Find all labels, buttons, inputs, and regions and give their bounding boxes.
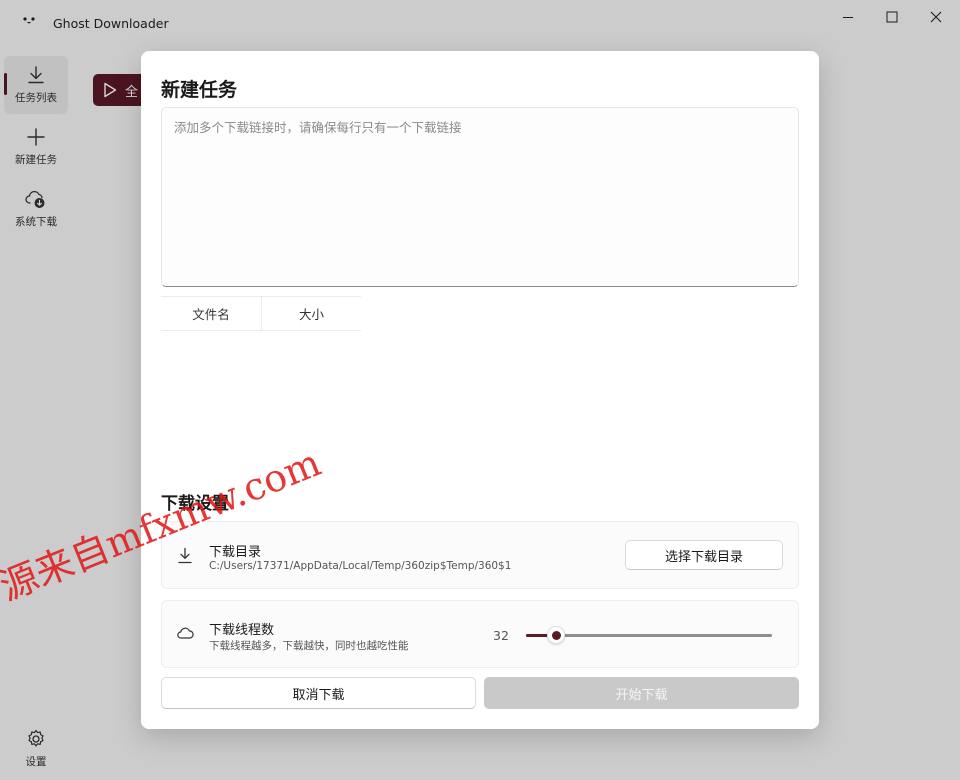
thread-count-card: 下载线程数 下载线程越多，下载越快，同时也越吃性能 32	[161, 600, 799, 668]
download-dir-title: 下载目录	[209, 545, 262, 560]
thread-count-title: 下载线程数	[209, 623, 275, 638]
slider-thumb[interactable]	[547, 626, 565, 644]
start-download-button[interactable]: 开始下载	[484, 677, 799, 709]
download-icon	[178, 547, 192, 564]
thread-count-slider[interactable]	[526, 625, 772, 645]
cloud-icon	[177, 627, 194, 639]
thread-count-description: 下载线程越多，下载越快，同时也越吃性能	[209, 640, 409, 652]
settings-section-title: 下载设置	[161, 494, 229, 514]
column-header-filename[interactable]: 文件名	[161, 297, 261, 330]
choose-dir-button[interactable]: 选择下载目录	[625, 540, 783, 570]
cancel-download-button[interactable]: 取消下载	[161, 677, 476, 709]
download-dir-card: 下载目录 C:/Users/17371/AppData/Local/Temp/3…	[161, 521, 799, 589]
download-dir-path: C:/Users/17371/AppData/Local/Temp/360zip…	[209, 560, 512, 572]
dialog-title: 新建任务	[161, 79, 238, 101]
column-header-size[interactable]: 大小	[261, 297, 361, 330]
new-task-dialog: 新建任务 文件名 大小 下载设置 下载目录 C:/Users/17371/App…	[141, 51, 819, 729]
url-input[interactable]	[161, 107, 799, 287]
file-table: 文件名 大小	[161, 296, 361, 331]
app-window: Ghost Downloader 任务列表 新建任务 系统下载 设置 全 新建任…	[0, 0, 960, 780]
thread-count-value: 32	[493, 628, 509, 643]
